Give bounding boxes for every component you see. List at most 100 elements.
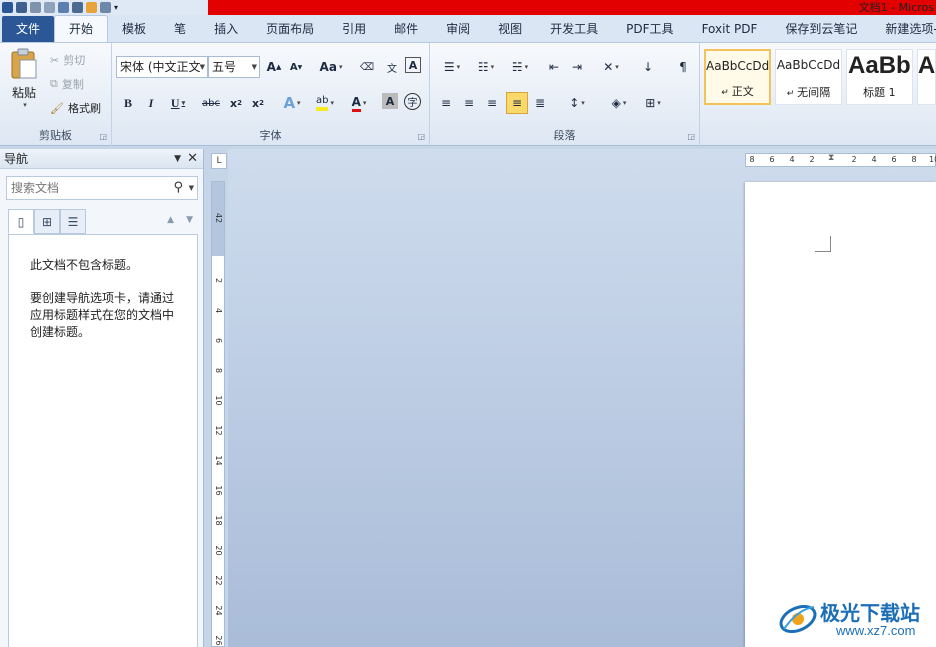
numbering-icon[interactable]: ☷ ▾ <box>470 57 502 77</box>
results-view-icon[interactable]: ☰ <box>60 209 86 234</box>
ruler-tick-label: 16 <box>214 485 223 496</box>
tab-view[interactable]: 视图 <box>484 16 536 42</box>
tab-foxit-pdf[interactable]: Foxit PDF <box>688 16 772 42</box>
bold-icon[interactable]: B <box>118 93 138 113</box>
superscript-icon[interactable]: x2 <box>248 93 268 113</box>
watermark: 极光下载站 www.xz7.com <box>778 597 936 643</box>
ruler-tick-label: 2 <box>809 155 815 164</box>
style-name: ↵ 无间隔 <box>786 86 831 99</box>
tab-template[interactable]: 模板 <box>108 16 160 42</box>
nav-search-input[interactable]: 搜索文档 ⚲ ▼ <box>6 176 198 200</box>
cut-label: 剪切 <box>63 54 86 67</box>
decrease-indent-icon[interactable]: ⇤ <box>544 57 564 77</box>
enclose-char-icon[interactable]: 字 <box>404 93 421 110</box>
save-icon[interactable] <box>16 2 27 13</box>
tab-references[interactable]: 引用 <box>328 16 380 42</box>
font-launcher-icon[interactable]: ◲ <box>417 132 425 141</box>
grow-font-icon[interactable]: A ▲ <box>264 57 284 77</box>
ruler-tick-label: 2 <box>214 217 223 224</box>
change-case-icon[interactable]: Aa ▾ <box>317 57 345 77</box>
style-next[interactable]: A <box>916 49 936 105</box>
clipboard-launcher-icon[interactable]: ◲ <box>99 132 107 141</box>
previous-icon[interactable]: ▲ <box>167 215 174 225</box>
style-no-spacing[interactable]: AaBbCcDd ↵ 无间隔 <box>775 49 842 105</box>
align-left-icon[interactable]: ≡ <box>436 93 456 113</box>
copy-button[interactable]: ⧉ 复制 <box>50 75 84 93</box>
tab-save-to-cloud-notes[interactable]: 保存到云笔记 <box>771 16 871 42</box>
sort-icon[interactable]: ↓ <box>638 57 658 77</box>
open-icon[interactable] <box>86 2 97 13</box>
justify-icon[interactable]: ≡ <box>506 92 528 114</box>
paste-button[interactable]: 粘贴 ▾ <box>6 47 42 109</box>
show-marks-icon[interactable]: ¶ <box>673 57 693 77</box>
text-effects-icon[interactable]: A ▾ <box>278 93 306 113</box>
paste-label: 粘贴 <box>11 85 36 100</box>
font-group-label: 字体 <box>259 129 282 142</box>
font-name-combo[interactable]: 宋体 (中文正文 ▼ <box>116 56 208 78</box>
cut-button[interactable]: ✂ 剪切 <box>50 51 85 69</box>
tab-pen[interactable]: 笔 <box>160 16 200 42</box>
tab-review[interactable]: 审阅 <box>432 16 484 42</box>
strikethrough-icon[interactable]: abc <box>199 93 223 113</box>
distributed-icon[interactable]: ≣ <box>530 93 550 113</box>
search-placeholder: 搜索文档 <box>11 181 60 195</box>
search-options-icon[interactable]: ▼ <box>189 177 194 199</box>
char-border-icon[interactable]: A <box>405 57 421 73</box>
phonetic-guide-icon[interactable]: 文 <box>382 57 402 77</box>
document-page[interactable] <box>745 182 936 647</box>
undo-icon[interactable] <box>30 2 41 13</box>
format-painter-button[interactable]: 🖌 格式刷 <box>50 99 101 117</box>
new-document-icon[interactable] <box>58 2 69 13</box>
borders-icon[interactable]: ⊞ ▾ <box>638 93 668 113</box>
tab-file[interactable]: 文件 <box>2 16 55 42</box>
redo-icon[interactable] <box>44 2 55 13</box>
navigation-pane: 导航 ▼ ✕ 搜索文档 ⚲ ▼ ▯ ⊞ ☰ ▲ ▼ 此文档不包含标题。 要创建导… <box>0 149 204 647</box>
tab-selector-icon[interactable]: L <box>211 153 227 169</box>
brush-icon: 🖌 <box>50 101 64 115</box>
layout-icon[interactable] <box>100 2 111 13</box>
tab-mailings[interactable]: 邮件 <box>380 16 432 42</box>
bullets-icon[interactable]: ☰ ▾ <box>436 57 468 77</box>
style-heading-1[interactable]: AaBb 标题 1 <box>845 49 913 105</box>
title-bar: ▾ 文档1 - Micros <box>0 0 936 15</box>
align-center-icon[interactable]: ≡ <box>459 93 479 113</box>
pages-view-icon[interactable]: ⊞ <box>34 209 60 234</box>
line-spacing-icon[interactable]: ↕ ▾ <box>562 93 592 113</box>
close-icon[interactable]: ✕ <box>187 149 198 169</box>
print-preview-icon[interactable] <box>72 2 83 13</box>
chinese-layout-icon[interactable]: ✕ ▾ <box>596 57 626 77</box>
tab-developer[interactable]: 开发工具 <box>536 16 612 42</box>
font-size-combo[interactable]: 五号 ▼ <box>208 56 260 78</box>
indent-marker-icon[interactable]: ⧗ <box>828 153 838 167</box>
ruler-tick-label: 10 <box>929 155 936 164</box>
subscript-icon[interactable]: x2 <box>226 93 246 113</box>
customize-qat-icon[interactable]: ▾ <box>114 3 118 12</box>
paste-dropdown-icon[interactable]: ▾ <box>23 101 27 109</box>
clear-format-icon[interactable]: ⌫ <box>357 57 377 77</box>
align-right-icon[interactable]: ≡ <box>482 93 502 113</box>
scissors-icon: ✂ <box>50 53 60 67</box>
paragraph-launcher-icon[interactable]: ◲ <box>687 132 695 141</box>
tab-pdf-tools[interactable]: PDF工具 <box>612 16 687 42</box>
highlight-icon[interactable]: ab ▾ <box>310 93 340 113</box>
style-normal[interactable]: AaBbCcDd ↵ 正文 <box>704 49 771 105</box>
italic-icon[interactable]: I <box>141 93 161 113</box>
ruler-tick-label: 12 <box>214 425 223 436</box>
next-icon[interactable]: ▼ <box>186 215 193 225</box>
chevron-down-icon: ▼ <box>199 63 205 71</box>
shading-icon[interactable]: ◈ ▾ <box>604 93 634 113</box>
tab-page-layout[interactable]: 页面布局 <box>252 16 328 42</box>
shrink-font-icon[interactable]: A ▼ <box>286 57 306 77</box>
underline-icon[interactable]: U ▾ <box>164 93 192 113</box>
font-color-icon[interactable]: A ▾ <box>344 93 374 113</box>
tab-new-option[interactable]: 新建选项- <box>871 16 936 42</box>
ruler-tick-label: 26 <box>214 635 223 646</box>
tab-insert[interactable]: 插入 <box>200 16 252 42</box>
search-icon[interactable]: ⚲ <box>173 177 183 199</box>
pane-options-icon[interactable]: ▼ <box>174 149 181 169</box>
char-shading-icon[interactable]: A <box>382 93 398 109</box>
multilevel-list-icon[interactable]: ☵ ▾ <box>504 57 536 77</box>
tab-home[interactable]: 开始 <box>54 15 109 42</box>
headings-view-icon[interactable]: ▯ <box>8 209 34 234</box>
increase-indent-icon[interactable]: ⇥ <box>567 57 587 77</box>
